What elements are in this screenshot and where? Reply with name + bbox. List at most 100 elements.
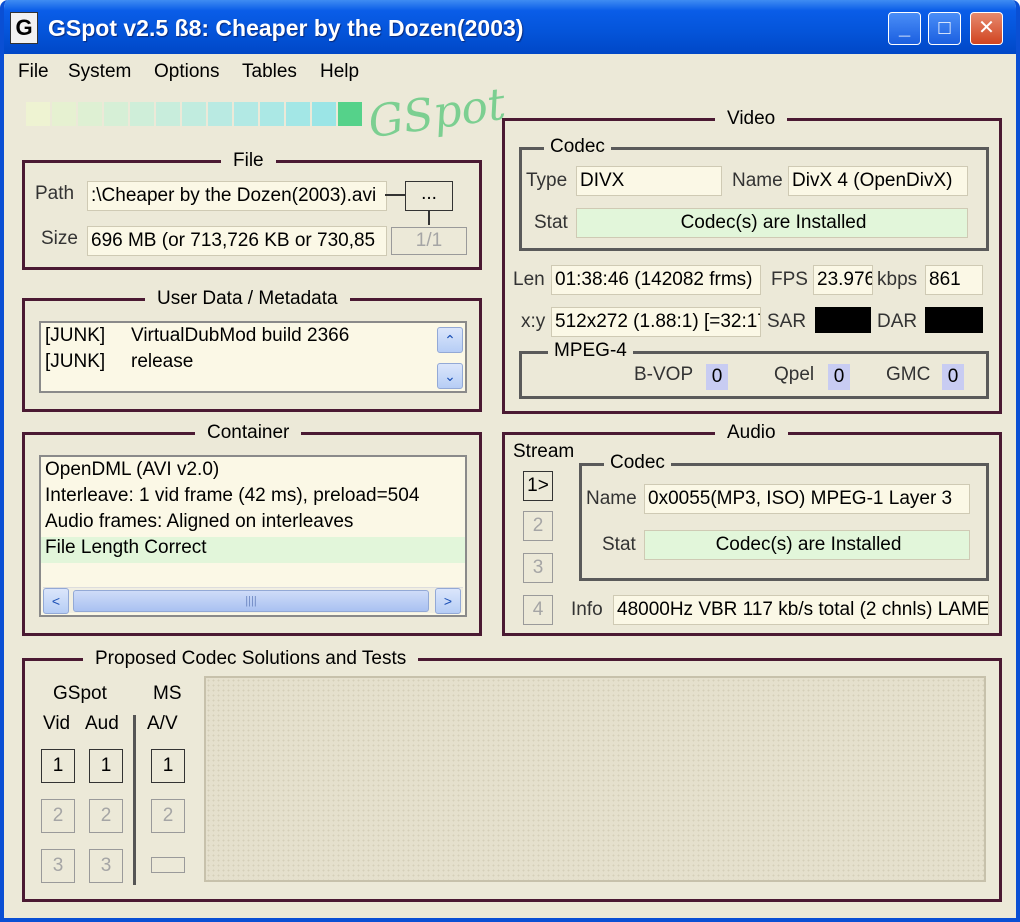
video-group: Video Codec Type DIVX Name DivX 4 (OpenD… bbox=[502, 108, 1002, 414]
container-group-title: Container bbox=[195, 422, 302, 444]
menu-file[interactable]: File bbox=[18, 61, 49, 83]
stream-4-button[interactable]: 4 bbox=[523, 595, 553, 625]
vid-2-button[interactable]: 2 bbox=[41, 799, 75, 833]
audio-group: Audio Stream 1> 2 3 4 Codec Name 0x0055(… bbox=[502, 422, 1002, 636]
title-bar[interactable]: G GSpot v2.5 ß8: Cheaper by the Dozen(20… bbox=[4, 0, 1016, 54]
bvop-label: B-VOP bbox=[634, 364, 694, 385]
scroll-left-button[interactable]: < bbox=[43, 588, 69, 614]
list-item-value: VirtualDubMod build 2366 bbox=[131, 325, 350, 346]
gspot-column-label: GSpot bbox=[53, 683, 107, 704]
size-field: 696 MB (or 713,726 KB or 730,85 bbox=[87, 226, 387, 256]
list-item-tag: [JUNK] bbox=[45, 325, 106, 346]
vid-3-button[interactable]: 3 bbox=[41, 849, 75, 883]
audio-name-field: 0x0055(MP3, ISO) MPEG-1 Layer 3 bbox=[644, 484, 970, 514]
video-codec-box: Codec Type DIVX Name DivX 4 (OpenDivX) S… bbox=[519, 136, 989, 251]
scroll-thumb[interactable]: |||| bbox=[73, 590, 429, 612]
scroll-down-button[interactable]: ⌄ bbox=[437, 363, 463, 389]
container-list[interactable]: OpenDML (AVI v2.0) Interleave: 1 vid fra… bbox=[39, 455, 467, 617]
list-item-highlighted: File Length Correct bbox=[45, 537, 207, 558]
qpel-value: 0 bbox=[828, 364, 850, 390]
app-window: G GSpot v2.5 ß8: Cheaper by the Dozen(20… bbox=[0, 0, 1020, 922]
av-column-label: A/V bbox=[147, 713, 178, 734]
audio-codec-title: Codec bbox=[604, 452, 671, 474]
gmc-value: 0 bbox=[942, 364, 964, 390]
maximize-button[interactable]: □ bbox=[928, 12, 961, 45]
aud-3-button[interactable]: 3 bbox=[89, 849, 123, 883]
menu-options[interactable]: Options bbox=[154, 61, 219, 83]
stream-2-button[interactable]: 2 bbox=[523, 511, 553, 541]
video-name-label: Name bbox=[732, 170, 783, 191]
audio-stat-field: Codec(s) are Installed bbox=[644, 530, 970, 560]
video-name-field: DivX 4 (OpenDivX) bbox=[788, 166, 968, 196]
path-label: Path bbox=[35, 183, 75, 204]
stream-label: Stream bbox=[513, 441, 575, 462]
gspot-logo: GSpot bbox=[365, 78, 509, 149]
proposed-group-title: Proposed Codec Solutions and Tests bbox=[83, 648, 419, 670]
av-1-button[interactable]: 1 bbox=[151, 749, 185, 783]
file-counter-button[interactable]: 1/1 bbox=[391, 227, 467, 255]
kbps-field: 861 bbox=[925, 265, 983, 295]
audio-stat-label: Stat bbox=[602, 534, 636, 555]
aud-2-button[interactable]: 2 bbox=[89, 799, 123, 833]
av-2-button[interactable]: 2 bbox=[151, 799, 185, 833]
qpel-label: Qpel bbox=[774, 364, 815, 385]
gmc-label: GMC bbox=[886, 364, 931, 385]
list-item: OpenDML (AVI v2.0) bbox=[45, 459, 220, 480]
list-item: Interleave: 1 vid frame (42 ms), preload… bbox=[45, 485, 420, 506]
list-item-tag: [JUNK] bbox=[45, 351, 106, 372]
sar-label: SAR bbox=[767, 311, 807, 332]
length-label: Len bbox=[513, 269, 545, 290]
file-group: File Path :\Cheaper by the Dozen(2003).a… bbox=[22, 150, 482, 270]
scroll-up-button[interactable]: ⌃ bbox=[437, 327, 463, 353]
ms-column-label: MS bbox=[153, 683, 182, 704]
aud-1-button[interactable]: 1 bbox=[89, 749, 123, 783]
window-title: GSpot v2.5 ß8: Cheaper by the Dozen(2003… bbox=[48, 15, 524, 41]
video-codec-title: Codec bbox=[544, 136, 611, 158]
video-group-title: Video bbox=[715, 108, 788, 130]
av-3-button[interactable] bbox=[151, 857, 185, 873]
scroll-right-button[interactable]: > bbox=[435, 588, 461, 614]
info-label: Info bbox=[571, 599, 603, 620]
aud-column-label: Aud bbox=[85, 713, 119, 734]
audio-name-label: Name bbox=[586, 488, 637, 509]
gspot-app-icon: G bbox=[10, 12, 38, 44]
menu-tables[interactable]: Tables bbox=[242, 61, 297, 83]
fps-field: 23.976 bbox=[813, 265, 873, 295]
metadata-list[interactable]: [JUNK] VirtualDubMod build 2366 [JUNK] r… bbox=[39, 321, 467, 393]
size-label: Size bbox=[41, 228, 78, 249]
stream-1-button[interactable]: 1> bbox=[523, 471, 553, 501]
sar-field bbox=[815, 307, 871, 333]
path-field[interactable]: :\Cheaper by the Dozen(2003).avi bbox=[87, 181, 387, 211]
menu-system[interactable]: System bbox=[68, 61, 131, 83]
menu-help[interactable]: Help bbox=[320, 61, 359, 83]
list-item: Audio frames: Aligned on interleaves bbox=[45, 511, 354, 532]
length-field: 01:38:46 (142082 frms) bbox=[551, 265, 761, 295]
bvop-value: 0 bbox=[706, 364, 728, 390]
metadata-group-title: User Data / Metadata bbox=[145, 288, 350, 310]
container-group: Container OpenDML (AVI v2.0) Interleave:… bbox=[22, 422, 482, 636]
resolution-field: 512x272 (1.88:1) [=32:17] bbox=[551, 307, 761, 337]
menu-bar: File System Options Tables Help bbox=[4, 54, 1016, 88]
file-group-title: File bbox=[221, 150, 276, 172]
video-stat-field: Codec(s) are Installed bbox=[576, 208, 968, 238]
type-field: DIVX bbox=[576, 166, 722, 196]
metadata-group: User Data / Metadata [JUNK] VirtualDubMo… bbox=[22, 288, 482, 412]
dar-field bbox=[925, 307, 983, 333]
browse-button[interactable]: ... bbox=[405, 181, 453, 211]
audio-info-field: 48000Hz VBR 117 kb/s total (2 chnls) LAM… bbox=[613, 595, 989, 625]
mpeg4-box: MPEG-4 B-VOP 0 Qpel 0 GMC 0 bbox=[519, 340, 989, 399]
kbps-label: kbps bbox=[877, 269, 918, 290]
column-divider bbox=[133, 715, 136, 885]
audio-codec-box: Codec Name 0x0055(MP3, ISO) MPEG-1 Layer… bbox=[579, 452, 989, 581]
type-label: Type bbox=[526, 170, 568, 191]
close-button[interactable]: ✕ bbox=[970, 12, 1003, 45]
audio-group-title: Audio bbox=[715, 422, 788, 444]
horizontal-scrollbar[interactable]: < |||| > bbox=[43, 587, 463, 614]
xy-label: x:y bbox=[521, 311, 546, 332]
codec-solutions-panel[interactable] bbox=[204, 676, 986, 882]
vid-1-button[interactable]: 1 bbox=[41, 749, 75, 783]
minimize-button[interactable]: _ bbox=[888, 12, 921, 45]
stream-3-button[interactable]: 3 bbox=[523, 553, 553, 583]
video-stat-label: Stat bbox=[534, 212, 568, 233]
fps-label: FPS bbox=[771, 269, 808, 290]
